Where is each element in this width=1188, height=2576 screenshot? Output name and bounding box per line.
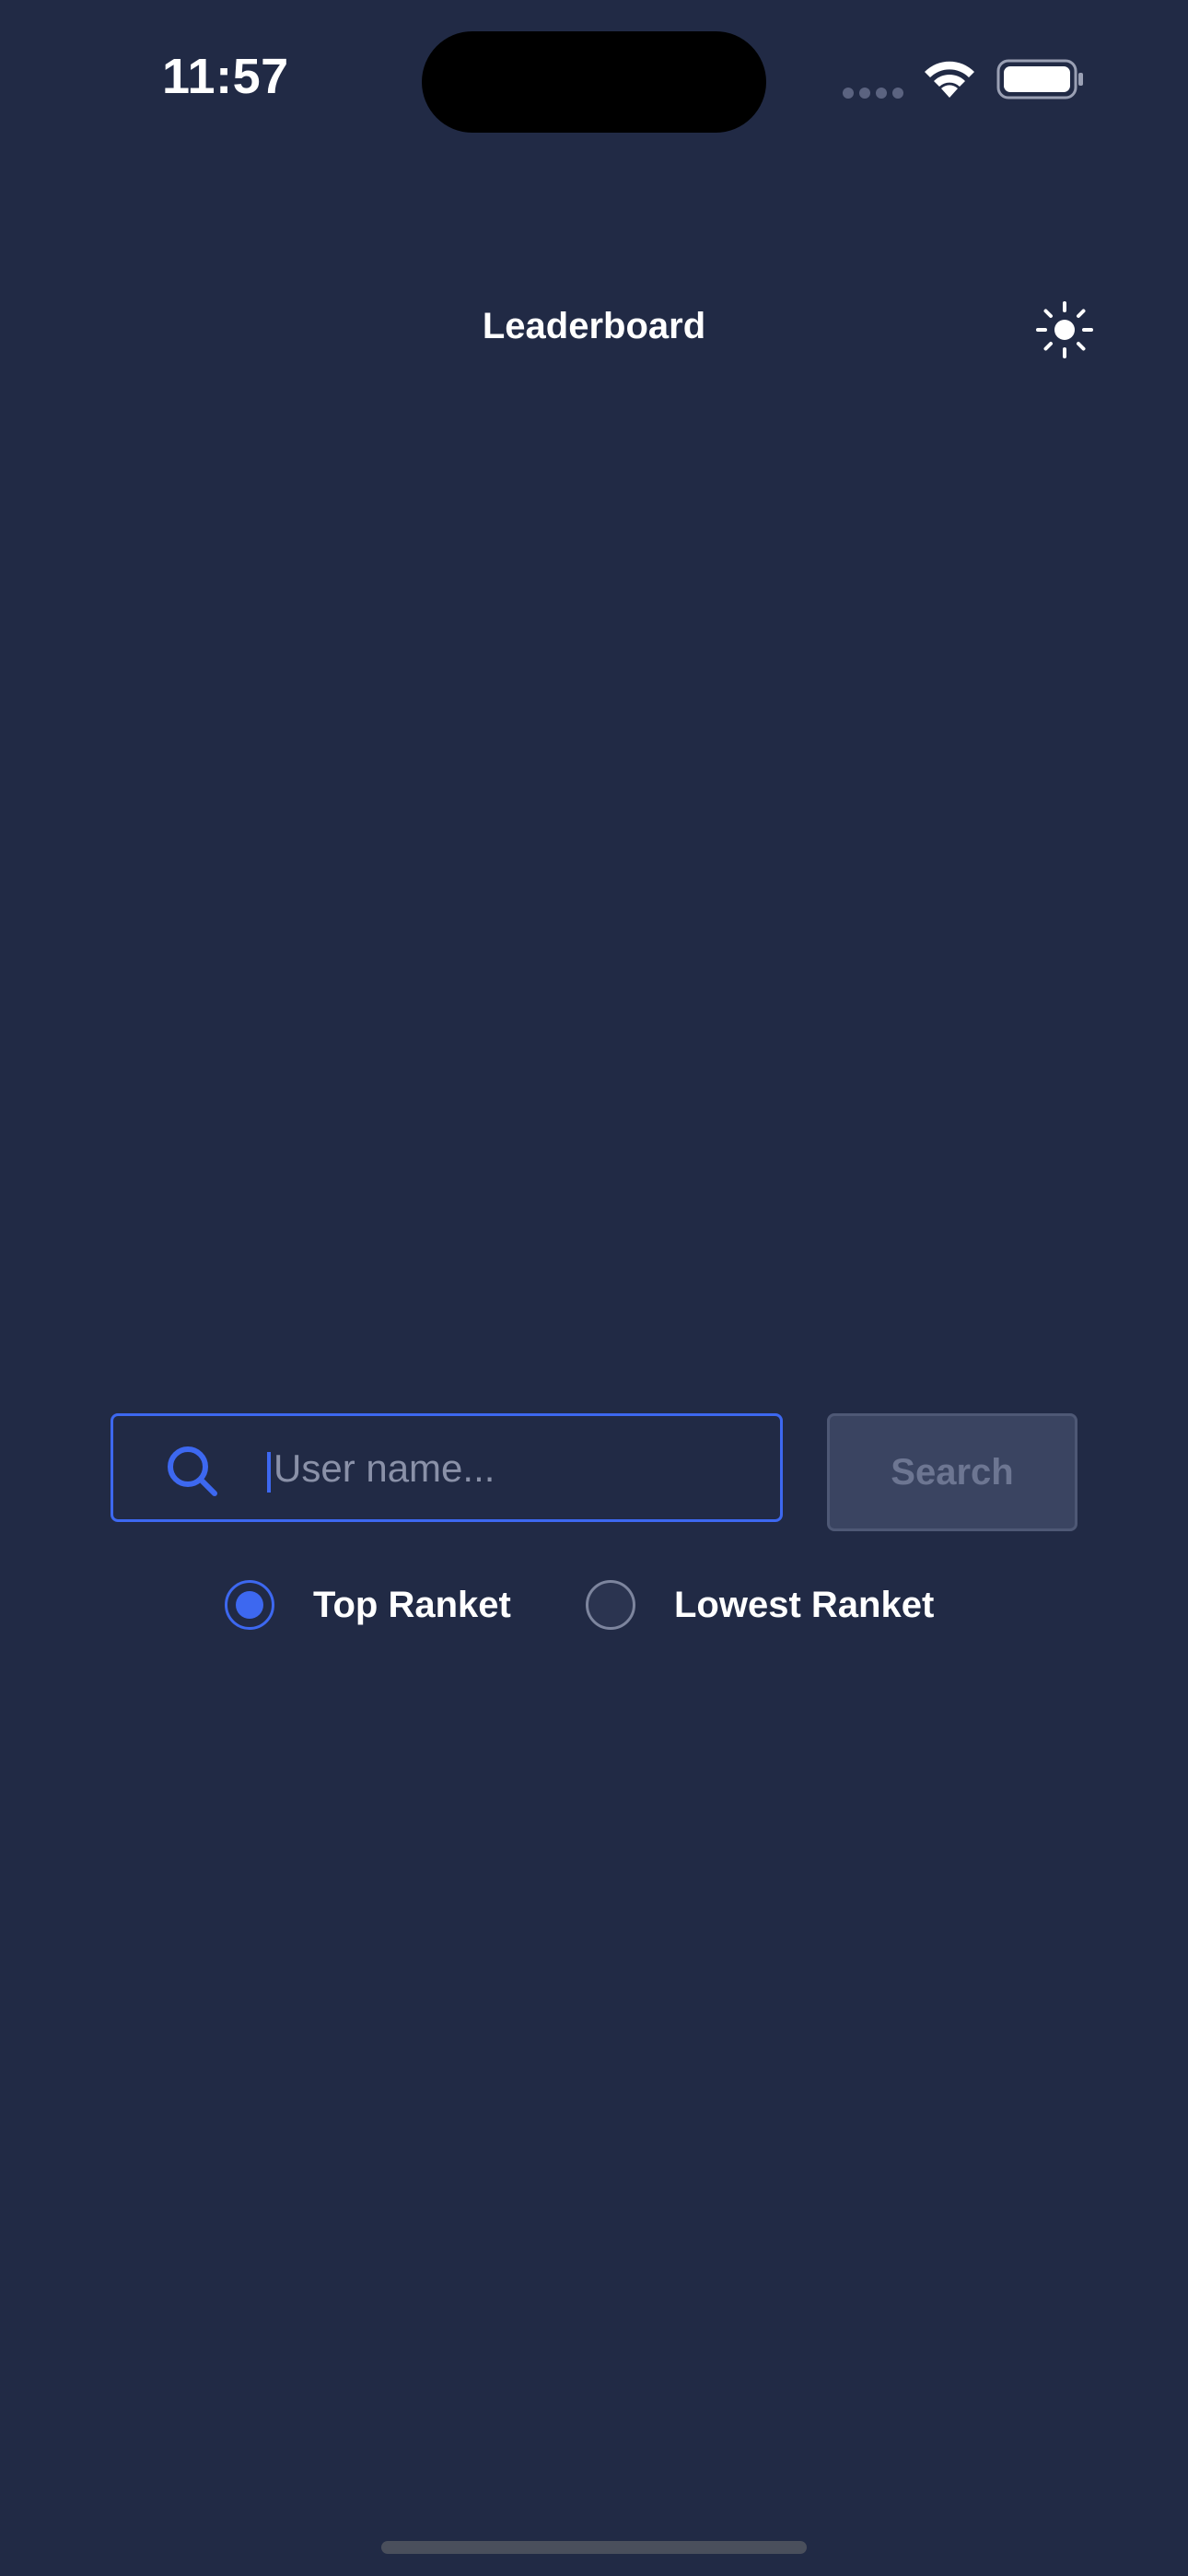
- radio-top-ranket[interactable]: Top Ranket: [225, 1575, 511, 1634]
- search-button[interactable]: Search: [827, 1413, 1077, 1531]
- radio-unchecked-icon[interactable]: [586, 1580, 635, 1630]
- sun-icon[interactable]: [1035, 300, 1094, 359]
- leaderboard-screen: 11:57 Leaderboard User name... Search To…: [0, 0, 1188, 2576]
- battery-icon: [996, 59, 1083, 100]
- text-cursor: [267, 1452, 271, 1493]
- radio-label-lowest-ranket: Lowest Ranket: [674, 1584, 935, 1625]
- search-icon: [168, 1446, 217, 1496]
- wifi-icon: [925, 61, 974, 98]
- page-title: Leaderboard: [482, 306, 706, 346]
- status-time: 11:57: [162, 49, 289, 104]
- search-field[interactable]: [111, 1413, 783, 1522]
- cellular-signal-icon: [843, 88, 903, 99]
- radio-label-top-ranket: Top Ranket: [313, 1584, 511, 1625]
- search-input[interactable]: [268, 1434, 752, 1503]
- dynamic-island: [422, 31, 766, 133]
- radio-lowest-ranket[interactable]: Lowest Ranket: [586, 1575, 934, 1634]
- home-indicator: [381, 2541, 807, 2554]
- radio-checked-icon[interactable]: [225, 1580, 274, 1630]
